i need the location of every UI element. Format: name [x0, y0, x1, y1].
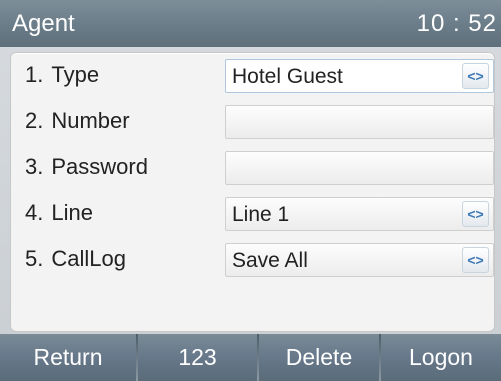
- calllog-value: Save All: [232, 249, 308, 272]
- line-switch-icon[interactable]: <>: [462, 201, 489, 227]
- type-select[interactable]: Hotel Guest <>: [225, 59, 494, 93]
- type-switch-icon[interactable]: <>: [462, 63, 489, 89]
- title-bar: Agent 10 : 52: [0, 0, 501, 47]
- delete-button[interactable]: Delete: [259, 334, 379, 381]
- form-row-type: 1. Type Hotel Guest <>: [11, 53, 494, 99]
- form-row-number: 2. Number: [11, 99, 494, 145]
- form-row-calllog: 5. CallLog Save All <>: [11, 237, 494, 283]
- calllog-select[interactable]: Save All <>: [225, 243, 494, 277]
- input-mode-button[interactable]: 123: [138, 334, 257, 381]
- number-input[interactable]: [225, 105, 494, 139]
- page-title: Agent: [12, 10, 75, 37]
- form-row-password: 3. Password: [11, 145, 494, 191]
- row-label-type: 1. Type: [25, 62, 100, 87]
- row-label-calllog: 5. CallLog: [25, 246, 126, 271]
- form-row-line: 4. Line Line 1 <>: [11, 191, 494, 237]
- calllog-switch-icon[interactable]: <>: [462, 247, 489, 273]
- return-button[interactable]: Return: [0, 334, 136, 381]
- line-select[interactable]: Line 1 <>: [225, 197, 494, 231]
- type-value: Hotel Guest: [232, 65, 343, 88]
- agent-form: 1. Type Hotel Guest <> 2. Number 3. Passwor…: [10, 52, 495, 332]
- softkey-bar: Return 123 Delete Logon: [0, 334, 501, 381]
- row-label-password: 3. Password: [25, 154, 148, 179]
- row-label-number: 2. Number: [25, 108, 130, 133]
- clock: 10 : 52: [416, 10, 497, 37]
- logon-button[interactable]: Logon: [381, 334, 501, 381]
- agent-screen: Agent 10 : 52 1. Type Hotel Guest <> 2. Nu…: [0, 0, 501, 381]
- row-label-line: 4. Line: [25, 200, 93, 225]
- line-value: Line 1: [232, 203, 290, 226]
- password-input[interactable]: [225, 151, 494, 185]
